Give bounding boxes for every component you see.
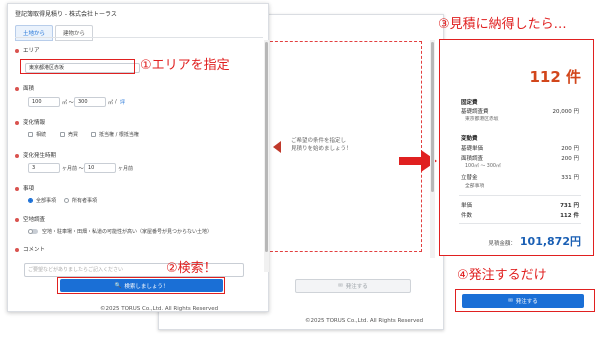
size-max-unit: ㎡	[108, 100, 114, 106]
hint-line-2: 見積りを始めましょう！	[291, 146, 352, 152]
estimate-total: 見積金額： 101,872円	[488, 233, 581, 249]
hint-left-arrow-icon	[273, 141, 281, 153]
count-value: 112 件	[560, 213, 579, 219]
mail-icon: ✉	[508, 298, 513, 304]
order-button[interactable]: ✉ 発注する	[462, 294, 584, 308]
estimate-count: 112 件	[529, 68, 581, 86]
area-survey-sub: 100㎡ ～ 300㎡	[465, 164, 501, 169]
basic-survey-label: 基礎調査費	[461, 109, 489, 115]
hint-line-1: ご希望の条件を指定し	[291, 138, 347, 144]
size-tsubo-link[interactable]: 坪	[120, 99, 125, 106]
advance-value: 331 円	[561, 175, 579, 181]
advance-label: 立替金	[461, 175, 478, 181]
change-info-inheritance[interactable]: 相続	[28, 131, 46, 138]
matter-all[interactable]: 全部事項	[28, 197, 56, 204]
area-section-label: エリア	[15, 46, 40, 54]
step2-annotation: ②検索！	[166, 261, 217, 276]
estimate-form-window: 登記簿取得見積り - 株式会社トーラス 土地から 建物から エリア 東京都港区赤…	[7, 3, 269, 312]
disabled-order-button: ✉ 発注する	[295, 279, 411, 293]
change-info-mortgage[interactable]: 抵当権 / 根抵当権	[91, 131, 139, 138]
count-label: 件数	[461, 213, 473, 219]
size-min-input[interactable]: 100	[28, 97, 60, 107]
basic-survey-sub: 東京都港区赤坂	[465, 117, 499, 122]
disabled-order-label: 発注する	[345, 284, 368, 290]
unit-price-row: 単価 731 円	[461, 201, 579, 209]
size-max-input[interactable]: 300	[74, 97, 106, 107]
basic-unit-value: 200 円	[561, 146, 579, 152]
basic-unit-label: 基礎単価	[461, 146, 484, 152]
order-button-label: 発注する	[515, 299, 538, 305]
area-survey-label: 面積調査	[461, 156, 484, 162]
checkbox-icon	[91, 132, 96, 137]
fixed-cost-header: 固定費	[461, 100, 478, 106]
matter-owner[interactable]: 所有者事項	[64, 197, 97, 204]
radio-selected-icon	[28, 198, 33, 203]
matter-label: 事項	[15, 184, 34, 192]
advance-sub: 全部事項	[465, 184, 485, 189]
size-separator: /	[115, 99, 117, 105]
hint-text: ご希望の条件を指定し 見積りを始めましょう！	[291, 137, 352, 153]
variable-cost-header: 変動費	[461, 136, 478, 142]
window-title: 登記簿取得見積り - 株式会社トーラス	[15, 11, 117, 18]
basic-survey-value: 20,000 円	[552, 109, 580, 115]
comment-label: コメント	[15, 245, 45, 253]
checkbox-icon	[60, 132, 65, 137]
divider	[459, 195, 581, 196]
step1-annotation: ①エリアを指定	[140, 58, 230, 73]
total-label: 見積金額：	[488, 241, 516, 247]
mail-icon: ✉	[338, 283, 343, 289]
period-from-unit: ヶ月前 ～	[62, 166, 84, 172]
basic-survey-row: 基礎調査費 20,000 円	[461, 107, 579, 115]
back-footer: ©2025 TORUS Co.,Ltd. All Rights Reserved	[305, 318, 424, 324]
radio-icon	[64, 198, 69, 203]
basic-unit-row: 基礎単価 200 円	[461, 144, 579, 152]
total-value: 101,872円	[519, 235, 581, 248]
divider	[459, 223, 581, 224]
period-to-input[interactable]: 10	[84, 163, 116, 173]
source-tabs: 土地から 建物から	[15, 25, 94, 41]
vacancy-toggle[interactable]: 空地・駐車場・田畑・私道の可能性が高い（家屋番号が見つからない土地）	[28, 228, 212, 235]
checkbox-icon	[28, 132, 33, 137]
estimate-result-panel: 112 件 固定費 基礎調査費 20,000 円 東京都港区赤坂 変動費 基礎単…	[439, 39, 594, 256]
count-row: 件数 112 件	[461, 211, 579, 219]
period-from-input[interactable]: 3	[28, 163, 60, 173]
tab-divider	[15, 37, 263, 38]
area-survey-row: 面積調査 200 円	[461, 154, 579, 162]
tab-from-building[interactable]: 建物から	[55, 25, 94, 41]
tab-from-land[interactable]: 土地から	[15, 25, 54, 41]
change-info-label: 変化情報	[15, 118, 45, 126]
search-highlight	[57, 277, 225, 294]
change-info-sale[interactable]: 売買	[60, 131, 78, 138]
period-to-unit: ヶ月前	[118, 166, 134, 172]
toggle-switch-icon	[28, 229, 38, 234]
step4-annotation: ④発注するだけ	[457, 268, 547, 283]
vacancy-label: 空地調査	[15, 215, 45, 223]
area-highlight	[20, 59, 135, 74]
front-footer: ©2025 TORUS Co.,Ltd. All Rights Reserved	[100, 306, 219, 312]
estimate-scrollbar[interactable]	[430, 40, 435, 258]
size-section-label: 面積	[15, 84, 34, 92]
unit-price-label: 単価	[461, 203, 473, 209]
area-survey-value: 200 円	[561, 156, 579, 162]
size-min-unit: ㎡ ～	[62, 100, 74, 106]
change-period-label: 変化発生時期	[15, 151, 56, 159]
step3-annotation: ③見積に納得したら…	[438, 17, 567, 32]
form-scrollbar[interactable]	[264, 40, 269, 272]
advance-row: 立替金 331 円	[461, 173, 579, 181]
unit-price-value: 731 円	[560, 203, 579, 209]
